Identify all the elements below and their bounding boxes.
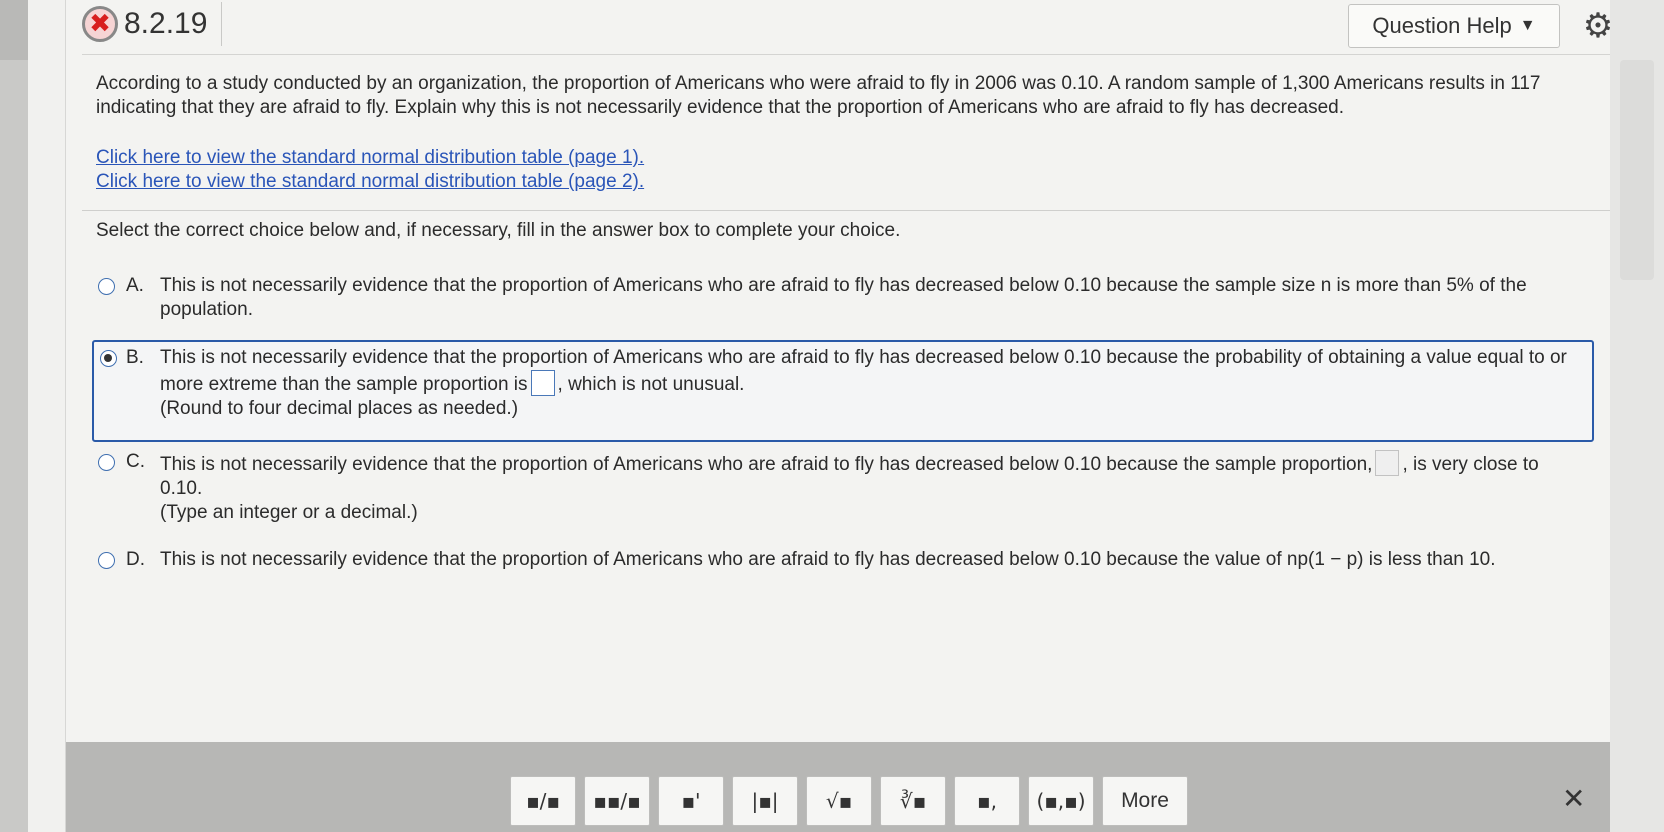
- mixed-number-button[interactable]: ▪▪/▪: [584, 776, 650, 826]
- left-window-strip: [0, 0, 28, 832]
- gear-icon[interactable]: ⚙: [1578, 6, 1618, 46]
- choice-a-text: This is not necessarily evidence that th…: [160, 275, 1527, 320]
- normal-table-page1-link[interactable]: Click here to view the standard normal d…: [96, 146, 644, 170]
- radio-c[interactable]: [98, 454, 115, 471]
- choice-b-letter: B.: [126, 347, 144, 368]
- choice-d-letter: D.: [126, 549, 145, 570]
- content-divider: [82, 210, 1610, 211]
- left-tab: [0, 0, 28, 60]
- question-text: According to a study conducted by an org…: [96, 73, 1541, 118]
- absolute-value-button[interactable]: |▪|: [732, 776, 798, 826]
- normal-table-page2-link[interactable]: Click here to view the standard normal d…: [96, 170, 644, 194]
- question-help-button[interactable]: Question Help ▼: [1348, 4, 1560, 48]
- question-header: ✖ 8.2.19 Question Help ▼ ⚙: [66, 0, 1613, 54]
- fraction-button[interactable]: ▪/▪: [510, 776, 576, 826]
- choice-b-text-before: This is not necessarily evidence that th…: [160, 347, 1567, 395]
- math-toolbar: ▪/▪ ▪▪/▪ ▪' |▪| √▪ ∛▪ ▪, (▪,▪) More ✕: [66, 742, 1610, 832]
- choice-c-body: This is not necessarily evidence that th…: [160, 450, 1580, 525]
- ordered-pair-button[interactable]: (▪,▪): [1028, 776, 1094, 826]
- more-button[interactable]: More: [1102, 776, 1188, 826]
- radio-b[interactable]: [100, 350, 117, 367]
- scrollbar[interactable]: [1620, 60, 1654, 280]
- question-number-area: ✖ 8.2.19: [82, 2, 223, 46]
- subscript-button[interactable]: ▪,: [954, 776, 1020, 826]
- choice-b-hint: (Round to four decimal places as needed.…: [160, 398, 519, 419]
- radio-a[interactable]: [98, 278, 115, 295]
- choice-a[interactable]: A. This is not necessarily evidence that…: [94, 274, 1594, 322]
- radio-d[interactable]: [98, 552, 115, 569]
- choice-b-answer-box[interactable]: [530, 370, 555, 396]
- instruction-text: Select the correct choice below and, if …: [96, 220, 901, 241]
- close-icon[interactable]: ✕: [1562, 782, 1585, 815]
- choice-a-letter: A.: [126, 275, 144, 296]
- square-root-button[interactable]: √▪: [806, 776, 872, 826]
- table-links: Click here to view the standard normal d…: [96, 146, 644, 194]
- choice-c-answer-box[interactable]: [1375, 450, 1400, 476]
- chevron-down-icon: ▼: [1519, 17, 1536, 34]
- choice-c[interactable]: C. This is not necessarily evidence that…: [94, 450, 1594, 525]
- question-number: 8.2.19: [124, 7, 208, 40]
- choice-d-text: This is not necessarily evidence that th…: [160, 549, 1496, 570]
- choice-c-letter: C.: [126, 451, 145, 472]
- x-incorrect-icon: ✖: [82, 6, 118, 42]
- left-frame: [28, 0, 66, 832]
- choice-c-hint: (Type an integer or a decimal.): [160, 502, 418, 523]
- choice-c-text-before: This is not necessarily evidence that th…: [160, 454, 1373, 475]
- header-divider: [82, 54, 1610, 55]
- exponent-button[interactable]: ▪': [658, 776, 724, 826]
- choice-b-body: This is not necessarily evidence that th…: [160, 346, 1580, 421]
- right-strip: [1610, 0, 1664, 832]
- choice-d[interactable]: D. This is not necessarily evidence that…: [94, 548, 1594, 572]
- choice-b[interactable]: B. This is not necessarily evidence that…: [92, 340, 1594, 442]
- nth-root-button[interactable]: ∛▪: [880, 776, 946, 826]
- choice-b-text-after: , which is not unusual.: [557, 374, 745, 395]
- question-help-label: Question Help: [1372, 13, 1512, 38]
